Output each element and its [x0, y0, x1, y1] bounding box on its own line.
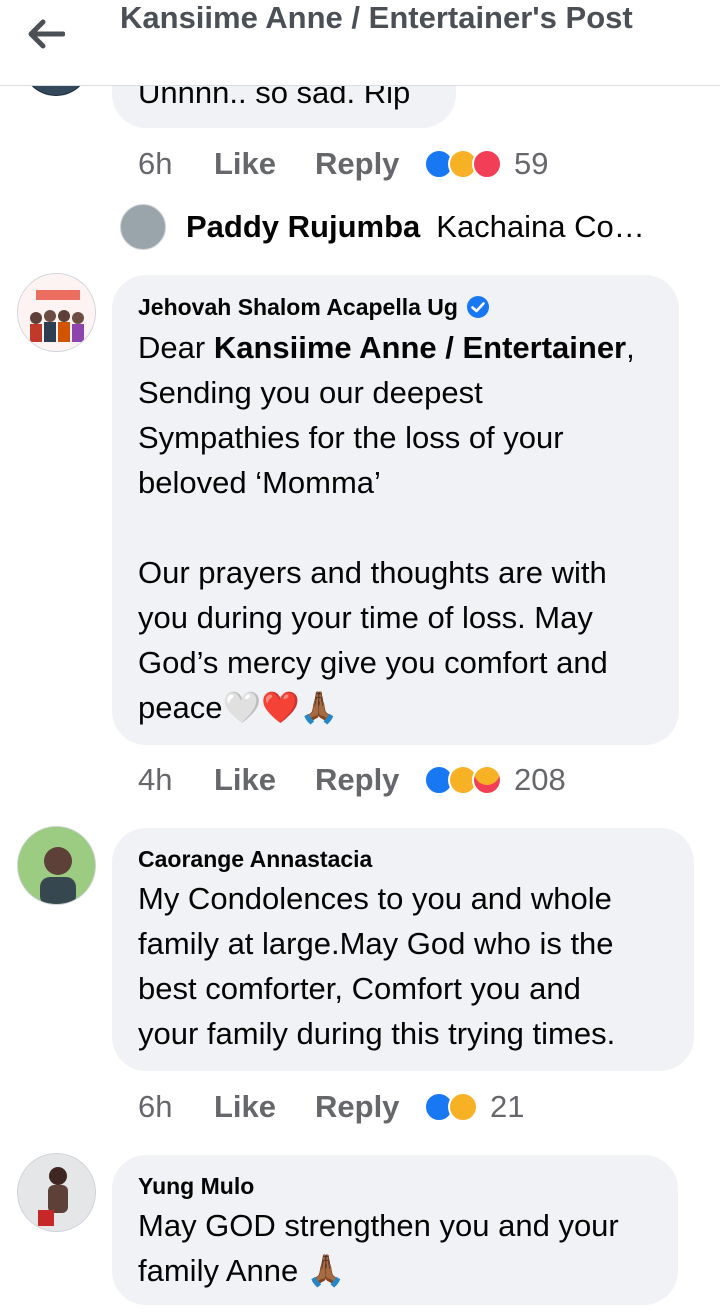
mention-link[interactable]: Kansiime Anne / Entertainer	[214, 330, 626, 365]
comment-text: May GOD strengthen you and your family A…	[138, 1208, 619, 1289]
verified-badge-icon	[466, 296, 489, 318]
reaction-count: 208	[514, 762, 566, 797]
comment-text: My Condolences to you and whole family a…	[138, 881, 616, 1051]
reply-button[interactable]: Reply	[315, 762, 424, 798]
like-button[interactable]: Like	[214, 146, 315, 182]
comment-actions: 6h Like Reply 21	[138, 1087, 524, 1127]
person-photo-icon	[18, 827, 95, 904]
back-button[interactable]	[22, 12, 70, 56]
comment-bubble: Yung Mulo May GOD strengthen you and you…	[112, 1155, 678, 1305]
comment-author[interactable]: Jehovah Shalom Acapella Ug	[138, 292, 490, 322]
love-icon	[472, 149, 502, 179]
reaction-summary[interactable]: 208	[424, 762, 566, 798]
person-photo-icon	[18, 1154, 95, 1231]
group-photo-icon	[18, 274, 95, 351]
like-button[interactable]: Like	[214, 762, 315, 798]
avatar	[120, 204, 166, 250]
comment-time[interactable]: 6h	[138, 1089, 214, 1125]
reaction-count: 59	[514, 146, 549, 181]
comment-author[interactable]: Yung Mulo	[138, 1171, 254, 1201]
comment-bubble: Caorange Annastacia My Condolences to yo…	[112, 828, 694, 1071]
comment-text: Dear Kansiime Anne / Entertainer, Sendin…	[138, 330, 635, 726]
reaction-summary[interactable]: 59	[424, 146, 548, 182]
page-title: Kansiime Anne / Entertainer's Post	[120, 0, 633, 35]
reaction-summary[interactable]: 21	[424, 1089, 524, 1125]
app-header: Kansiime Anne / Entertainer's Post	[0, 0, 720, 86]
comment-author[interactable]: Caorange Annastacia	[138, 844, 372, 874]
sad-icon	[448, 1092, 478, 1122]
emoji-pray: 🙏🏾	[306, 1253, 346, 1289]
comment-actions: 4h Like Reply 208	[138, 760, 566, 800]
like-button[interactable]: Like	[214, 1089, 315, 1125]
avatar[interactable]	[17, 273, 96, 352]
reply-button[interactable]: Reply	[315, 1089, 424, 1125]
reaction-count: 21	[490, 1089, 525, 1124]
arrow-left-icon	[28, 19, 65, 49]
reply-snippet: Kachaina Co…	[436, 209, 645, 244]
avatar[interactable]	[17, 826, 96, 905]
emoji-heart-pray: 🤍❤️🙏🏾	[222, 690, 339, 726]
care-icon	[472, 765, 502, 795]
reply-preview[interactable]: Paddy Rujumba Kachaina Co…	[120, 203, 645, 251]
comment-time[interactable]: 4h	[138, 762, 214, 798]
reply-author: Paddy Rujumba	[186, 209, 421, 244]
reply-button[interactable]: Reply	[315, 146, 424, 182]
comment-bubble: Jehovah Shalom Acapella Ug Dear Kansiime…	[112, 275, 679, 745]
avatar[interactable]	[17, 1153, 96, 1232]
comment-time[interactable]: 6h	[138, 146, 214, 182]
comment-actions: 6h Like Reply 59	[138, 144, 548, 184]
